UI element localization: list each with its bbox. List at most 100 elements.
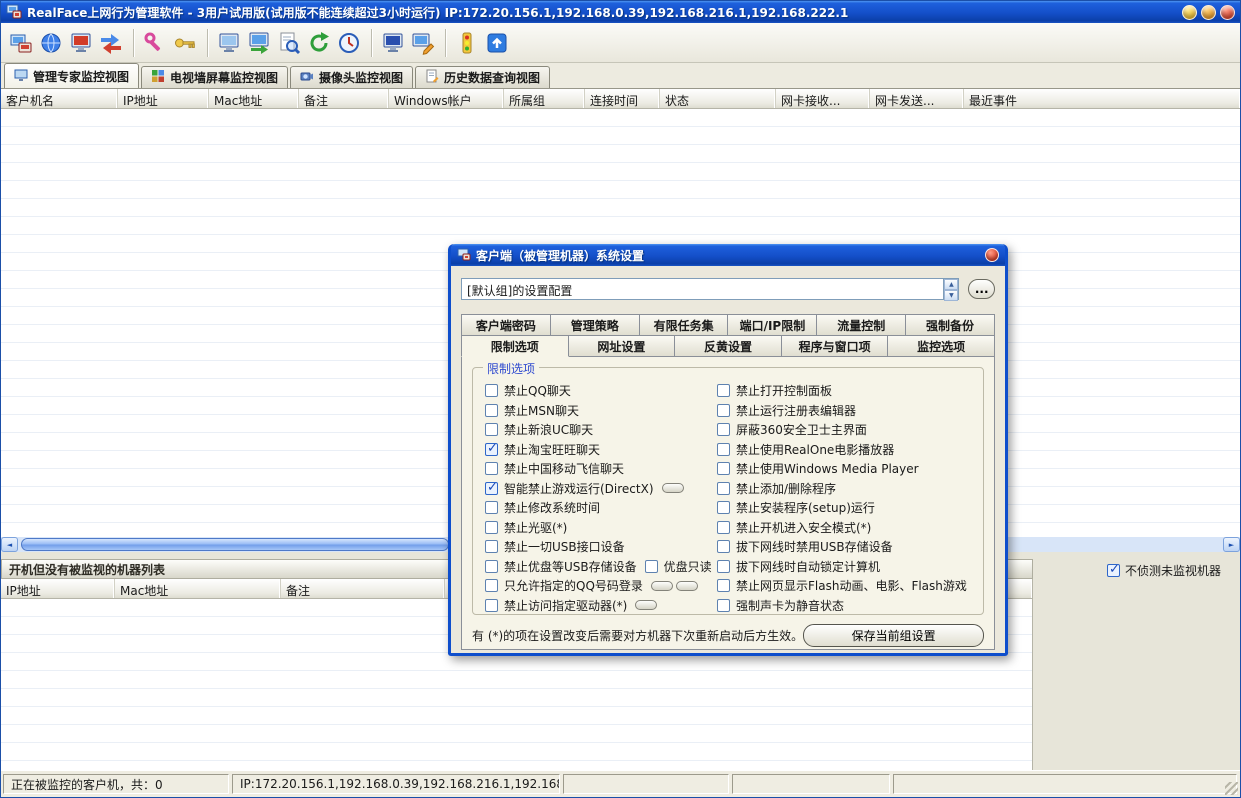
option-row: 禁止中国移动飞信聊天 xyxy=(485,459,717,479)
checkbox-ban-add-remove-programs[interactable] xyxy=(717,482,730,495)
checkbox-usb-readonly[interactable] xyxy=(645,560,658,573)
tab-monitor-options[interactable]: 监控选项 xyxy=(887,335,995,357)
refresh-icon[interactable] xyxy=(305,28,333,58)
tab-history-query-view[interactable]: 历史数据查询视图 xyxy=(415,66,550,88)
col-mac[interactable]: Mac地址 xyxy=(209,89,299,108)
checkbox-block-360-ui[interactable] xyxy=(717,423,730,436)
tab-program-window[interactable]: 程序与窗口项 xyxy=(781,335,889,357)
checkbox-ban-control-panel[interactable] xyxy=(717,384,730,397)
tab-limited-tasks[interactable]: 有限任务集 xyxy=(639,314,729,336)
toolbar-separator xyxy=(445,29,447,57)
checkbox-ban-realone[interactable] xyxy=(717,443,730,456)
monitor-view-icon[interactable] xyxy=(215,28,243,58)
tab-traffic-control[interactable]: 流量控制 xyxy=(816,314,906,336)
col-status[interactable]: 状态 xyxy=(660,89,776,108)
tab-expert-monitor-view[interactable]: 管理专家监控视图 xyxy=(4,63,139,88)
option-row: 禁止QQ聊天 xyxy=(485,381,717,401)
col-ip[interactable]: IP地址 xyxy=(1,579,115,598)
col-mac[interactable]: Mac地址 xyxy=(115,579,281,598)
checkbox-unplug-ban-usb-storage[interactable] xyxy=(717,540,730,553)
checkbox-ban-cdrom[interactable] xyxy=(485,521,498,534)
col-windows-account[interactable]: Windows帐户 xyxy=(389,89,504,108)
checkbox-ban-msn-chat[interactable] xyxy=(485,404,498,417)
drive-config-button[interactable] xyxy=(635,600,657,610)
software-update-icon[interactable] xyxy=(483,28,511,58)
detect-checkbox-row: 不侦测未监视机器 xyxy=(1107,562,1221,579)
checkbox-ban-sina-uc-chat[interactable] xyxy=(485,423,498,436)
checkbox-ban-wmp[interactable] xyxy=(717,462,730,475)
tab-url-settings[interactable]: 网址设置 xyxy=(568,335,676,357)
key-icon[interactable] xyxy=(171,28,199,58)
dialog-tab-row-2: 限制选项 网址设置 反黄设置 程序与窗口项 监控选项 xyxy=(461,336,995,357)
scroll-right-arrow-icon[interactable]: ► xyxy=(1223,537,1240,552)
checkbox-ban-change-system-time[interactable] xyxy=(485,501,498,514)
directx-config-button[interactable] xyxy=(662,483,684,493)
qq-whitelist-config-button-1[interactable] xyxy=(651,581,673,591)
checkbox-ban-all-usb[interactable] xyxy=(485,540,498,553)
dialog-close-button[interactable] xyxy=(985,248,999,262)
tab-management-policy[interactable]: 管理策略 xyxy=(550,314,640,336)
col-remark[interactable]: 备注 xyxy=(281,579,445,598)
tab-tv-wall-view[interactable]: 电视墙屏幕监控视图 xyxy=(141,66,288,88)
spin-up-icon[interactable]: ▲ xyxy=(944,279,958,290)
tab-forced-backup[interactable]: 强制备份 xyxy=(905,314,995,336)
spin-down-icon[interactable]: ▼ xyxy=(944,290,958,301)
col-nic-send[interactable]: 网卡发送... xyxy=(870,89,964,108)
col-nic-recv[interactable]: 网卡接收... xyxy=(776,89,870,108)
scroll-left-arrow-icon[interactable]: ◄ xyxy=(1,537,18,552)
checkbox-ban-fetion-chat[interactable] xyxy=(485,462,498,475)
col-client-name[interactable]: 客户机名 xyxy=(1,89,118,108)
checkbox-ban-specified-drives[interactable] xyxy=(485,599,498,612)
signal-light-icon[interactable] xyxy=(453,28,481,58)
col-ip[interactable]: IP地址 xyxy=(118,89,209,108)
checkbox-ban-qq-chat[interactable] xyxy=(485,384,498,397)
scrollbar-thumb[interactable] xyxy=(21,538,449,551)
group-config-select[interactable]: [默认组]的设置配置 ▲ ▼ xyxy=(461,278,959,300)
group-more-button[interactable]: ... xyxy=(968,279,995,299)
history-query-view-icon xyxy=(425,69,439,86)
minimize-button[interactable] xyxy=(1182,5,1197,20)
app-window: RealFace上网行为管理软件 - 3用户试用版(试用版不能连续超过3小时运行… xyxy=(0,0,1241,798)
checkbox-ban-safe-mode[interactable] xyxy=(717,521,730,534)
tab-port-ip-limit[interactable]: 端口/IP限制 xyxy=(727,314,817,336)
tab-camera-view[interactable]: 摄像头监控视图 xyxy=(290,66,413,88)
checkbox-ban-usb-storage[interactable] xyxy=(485,560,498,573)
maximize-button[interactable] xyxy=(1201,5,1216,20)
monitor-send-icon[interactable] xyxy=(245,28,273,58)
checkbox-smart-ban-directx-games[interactable] xyxy=(485,482,498,495)
option-row: 强制声卡为静音状态 xyxy=(717,596,979,616)
checkbox-qq-whitelist-only[interactable] xyxy=(485,579,498,592)
schedule-icon[interactable] xyxy=(335,28,363,58)
col-group[interactable]: 所属组 xyxy=(504,89,585,108)
checkbox-ban-taobao-wangwang[interactable] xyxy=(485,443,498,456)
tab-anti-porn[interactable]: 反黄设置 xyxy=(674,335,782,357)
checkbox-ban-regedit[interactable] xyxy=(717,404,730,417)
checkbox-ban-web-flash[interactable] xyxy=(717,579,730,592)
resize-grip[interactable] xyxy=(1225,782,1238,795)
remote-desktop-icon[interactable] xyxy=(379,28,407,58)
monitor-config-icon[interactable] xyxy=(409,28,437,58)
client-transfer-icon[interactable] xyxy=(97,28,125,58)
checkbox-unplug-auto-lock[interactable] xyxy=(717,560,730,573)
checkbox-no-detect-unmonitored[interactable] xyxy=(1107,564,1120,577)
internet-browser-icon[interactable] xyxy=(37,28,65,58)
option-row: 禁止修改系统时间 xyxy=(485,498,717,518)
checkbox-ban-setup-run[interactable] xyxy=(717,501,730,514)
options-right-column: 禁止打开控制面板 禁止运行注册表编辑器 屏蔽360安全卫士主界面 xyxy=(717,381,979,615)
group-config-spinner: ▲ ▼ xyxy=(943,279,958,299)
save-group-settings-button[interactable]: 保存当前组设置 xyxy=(803,624,984,647)
screen-wall-icon[interactable] xyxy=(67,28,95,58)
network-computer-icon[interactable] xyxy=(7,28,35,58)
col-latest-event[interactable]: 最近事件 xyxy=(964,89,1240,108)
search-log-icon[interactable] xyxy=(275,28,303,58)
tab-restriction-options[interactable]: 限制选项 xyxy=(461,335,569,357)
tab-client-password[interactable]: 客户端密码 xyxy=(461,314,551,336)
close-button[interactable] xyxy=(1220,5,1235,20)
checkbox-force-mute[interactable] xyxy=(717,599,730,612)
qq-whitelist-config-button-2[interactable] xyxy=(676,581,698,591)
option-row: 拔下网线时禁用USB存储设备 xyxy=(717,537,979,557)
dialog-title-bar: 客户端（被管理机器）系统设置 xyxy=(451,244,1005,266)
tools-icon[interactable] xyxy=(141,28,169,58)
col-connect-time[interactable]: 连接时间 xyxy=(585,89,660,108)
col-remark[interactable]: 备注 xyxy=(299,89,389,108)
